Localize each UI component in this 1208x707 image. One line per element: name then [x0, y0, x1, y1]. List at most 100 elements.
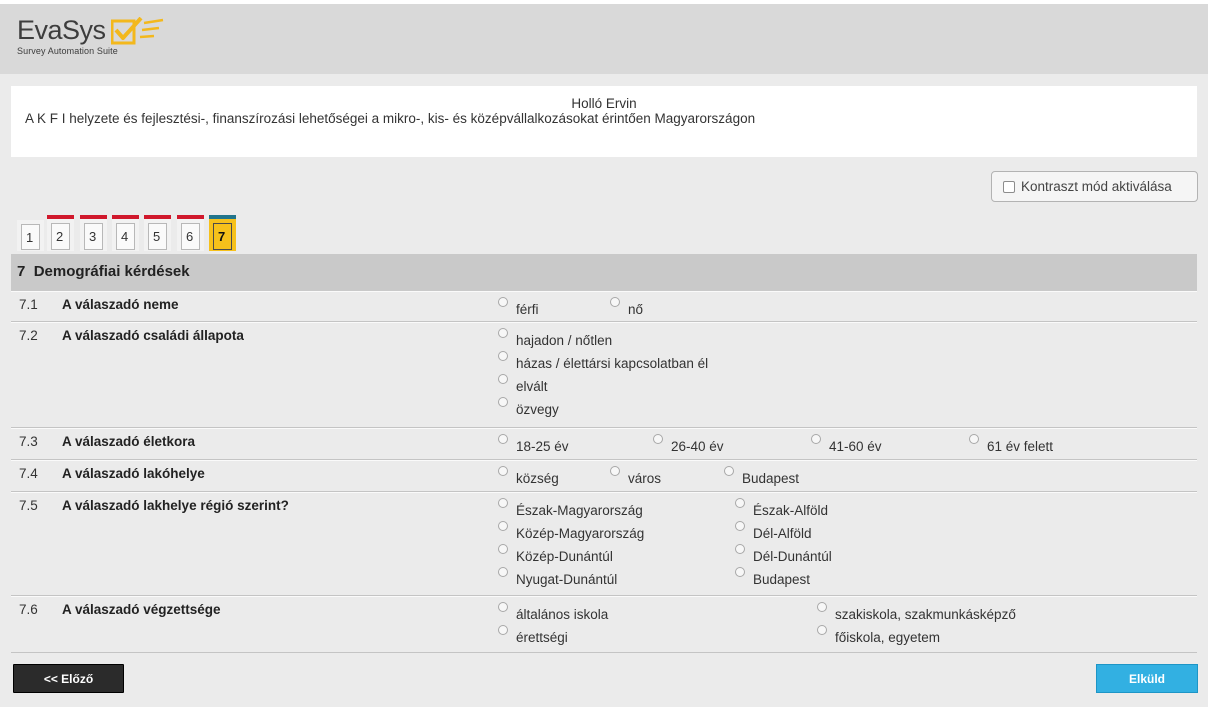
radio-button[interactable] — [653, 434, 663, 444]
option-kozep-magyarorszag[interactable]: Közép-Magyarország — [498, 521, 644, 541]
question-text: A válaszadó végzettsége — [62, 602, 221, 617]
question-row-7-5: 7.5 A válaszadó lakhelye régió szerint? … — [11, 492, 1197, 596]
section-header: 7 Demográfiai kérdések — [11, 254, 1197, 291]
radio-button[interactable] — [498, 625, 508, 635]
radio-button[interactable] — [610, 466, 620, 476]
tab-label: 2 — [51, 223, 70, 250]
tab-label: 5 — [148, 223, 167, 250]
radio-button[interactable] — [498, 521, 508, 531]
option-del-dunantul[interactable]: Dél-Dunántúl — [735, 544, 832, 564]
radio-button[interactable] — [498, 498, 508, 508]
option-41-60[interactable]: 41-60 év — [811, 434, 882, 454]
radio-button[interactable] — [610, 297, 620, 307]
page: EvaSys Survey Automation Suite Holló Erv… — [0, 4, 1208, 707]
header: EvaSys Survey Automation Suite — [0, 4, 1208, 74]
option-hazas[interactable]: házas / élettársi kapcsolatban él — [498, 351, 708, 371]
option-kozseg[interactable]: község — [498, 466, 559, 486]
option-foiskola[interactable]: főiskola, egyetem — [817, 625, 940, 645]
question-number: 7.2 — [19, 328, 38, 343]
tab-label: 7 — [213, 223, 232, 250]
option-18-25[interactable]: 18-25 év — [498, 434, 569, 454]
question-number: 7.1 — [19, 297, 38, 312]
radio-button[interactable] — [811, 434, 821, 444]
question-row-7-3: 7.3 A válaszadó életkora 18-25 év 26-40 … — [11, 428, 1197, 460]
radio-button[interactable] — [724, 466, 734, 476]
question-text: A válaszadó lakhelye régió szerint? — [62, 498, 289, 513]
survey-person: Holló Ervin — [571, 96, 637, 111]
radio-button[interactable] — [498, 351, 508, 361]
tab-page-7-active[interactable]: 7 — [209, 215, 236, 251]
radio-button[interactable] — [969, 434, 979, 444]
question-text: A válaszadó lakóhelye — [62, 466, 205, 481]
radio-button[interactable] — [817, 602, 827, 612]
contrast-checkbox[interactable] — [1003, 180, 1015, 193]
question-row-7-6: 7.6 A válaszadó végzettsége általános is… — [11, 596, 1197, 653]
tab-page-3[interactable]: 3 — [80, 215, 107, 251]
question-row-7-1: 7.1 A válaszadó neme férfi nő — [11, 291, 1197, 322]
question-number: 7.4 — [19, 466, 38, 481]
radio-button[interactable] — [817, 625, 827, 635]
option-label: 18-25 év — [516, 439, 569, 454]
survey-title: A K F I helyzete és fejlesztési-, finans… — [25, 111, 756, 126]
option-label: érettségi — [516, 630, 568, 645]
tab-page-2[interactable]: 2 — [47, 215, 74, 251]
option-budapest[interactable]: Budapest — [724, 466, 799, 486]
option-label: Közép-Dunántúl — [516, 549, 613, 564]
option-elvalt[interactable]: elvált — [498, 374, 548, 394]
option-kozep-dunantul[interactable]: Közép-Dunántúl — [498, 544, 613, 564]
option-61-felett[interactable]: 61 év felett — [969, 434, 1053, 454]
tab-page-6[interactable]: 6 — [177, 215, 204, 251]
radio-button[interactable] — [735, 498, 745, 508]
tab-page-1[interactable]: 1 — [17, 220, 44, 251]
option-26-40[interactable]: 26-40 év — [653, 434, 724, 454]
option-erettsegi[interactable]: érettségi — [498, 625, 568, 645]
question-row-7-4: 7.4 A válaszadó lakóhelye község város B… — [11, 460, 1197, 492]
option-label: 61 év felett — [987, 439, 1054, 454]
option-del-alfold[interactable]: Dél-Alföld — [735, 521, 812, 541]
radio-button[interactable] — [498, 434, 508, 444]
option-ozvegy[interactable]: özvegy — [498, 397, 559, 417]
radio-button[interactable] — [735, 521, 745, 531]
option-no[interactable]: nő — [610, 297, 643, 317]
radio-button[interactable] — [498, 466, 508, 476]
radio-button[interactable] — [498, 328, 508, 338]
option-label: Budapest — [753, 572, 811, 587]
option-label: Észak-Alföld — [753, 503, 829, 518]
option-label: Dél-Alföld — [753, 526, 812, 541]
option-ferfi[interactable]: férfi — [498, 297, 539, 317]
option-hajadon[interactable]: hajadon / nőtlen — [498, 328, 612, 348]
option-label: házas / élettársi kapcsolatban él — [516, 356, 709, 371]
tab-page-5[interactable]: 5 — [144, 215, 171, 251]
option-label: Nyugat-Dunántúl — [516, 572, 618, 587]
radio-button[interactable] — [498, 567, 508, 577]
radio-button[interactable] — [498, 544, 508, 554]
radio-button[interactable] — [498, 374, 508, 384]
tab-page-4[interactable]: 4 — [112, 215, 139, 251]
option-label: Közép-Magyarország — [516, 526, 645, 541]
option-szakiskola[interactable]: szakiskola, szakmunkásképző — [817, 602, 1016, 622]
radio-button[interactable] — [735, 544, 745, 554]
contrast-mode-toggle[interactable]: Kontraszt mód aktiválása — [991, 171, 1198, 202]
tab-label: 3 — [84, 223, 103, 250]
option-altalanos-iskola[interactable]: általános iskola — [498, 602, 608, 622]
option-nyugat-dunantul[interactable]: Nyugat-Dunántúl — [498, 567, 617, 587]
option-label: nő — [628, 302, 644, 317]
option-label: Budapest — [742, 471, 800, 486]
option-budapest-region[interactable]: Budapest — [735, 567, 810, 587]
option-eszak-magyarorszag[interactable]: Észak-Magyarország — [498, 498, 643, 518]
option-eszak-alfold[interactable]: Észak-Alföld — [735, 498, 828, 518]
question-row-7-2: 7.2 A válaszadó családi állapota hajadon… — [11, 322, 1197, 428]
radio-button[interactable] — [735, 567, 745, 577]
question-number: 7.6 — [19, 602, 38, 617]
tab-label: 6 — [181, 223, 200, 250]
option-label: férfi — [516, 302, 539, 317]
submit-button[interactable]: Elküld — [1096, 664, 1198, 693]
previous-button[interactable]: << Előző — [13, 664, 124, 693]
radio-button[interactable] — [498, 397, 508, 407]
radio-button[interactable] — [498, 602, 508, 612]
option-label: Észak-Magyarország — [516, 503, 643, 518]
evasys-logo: EvaSys Survey Automation Suite — [17, 15, 164, 56]
radio-button[interactable] — [498, 297, 508, 307]
option-varos[interactable]: város — [610, 466, 661, 486]
contrast-label: Kontraszt mód aktiválása — [1021, 179, 1172, 194]
